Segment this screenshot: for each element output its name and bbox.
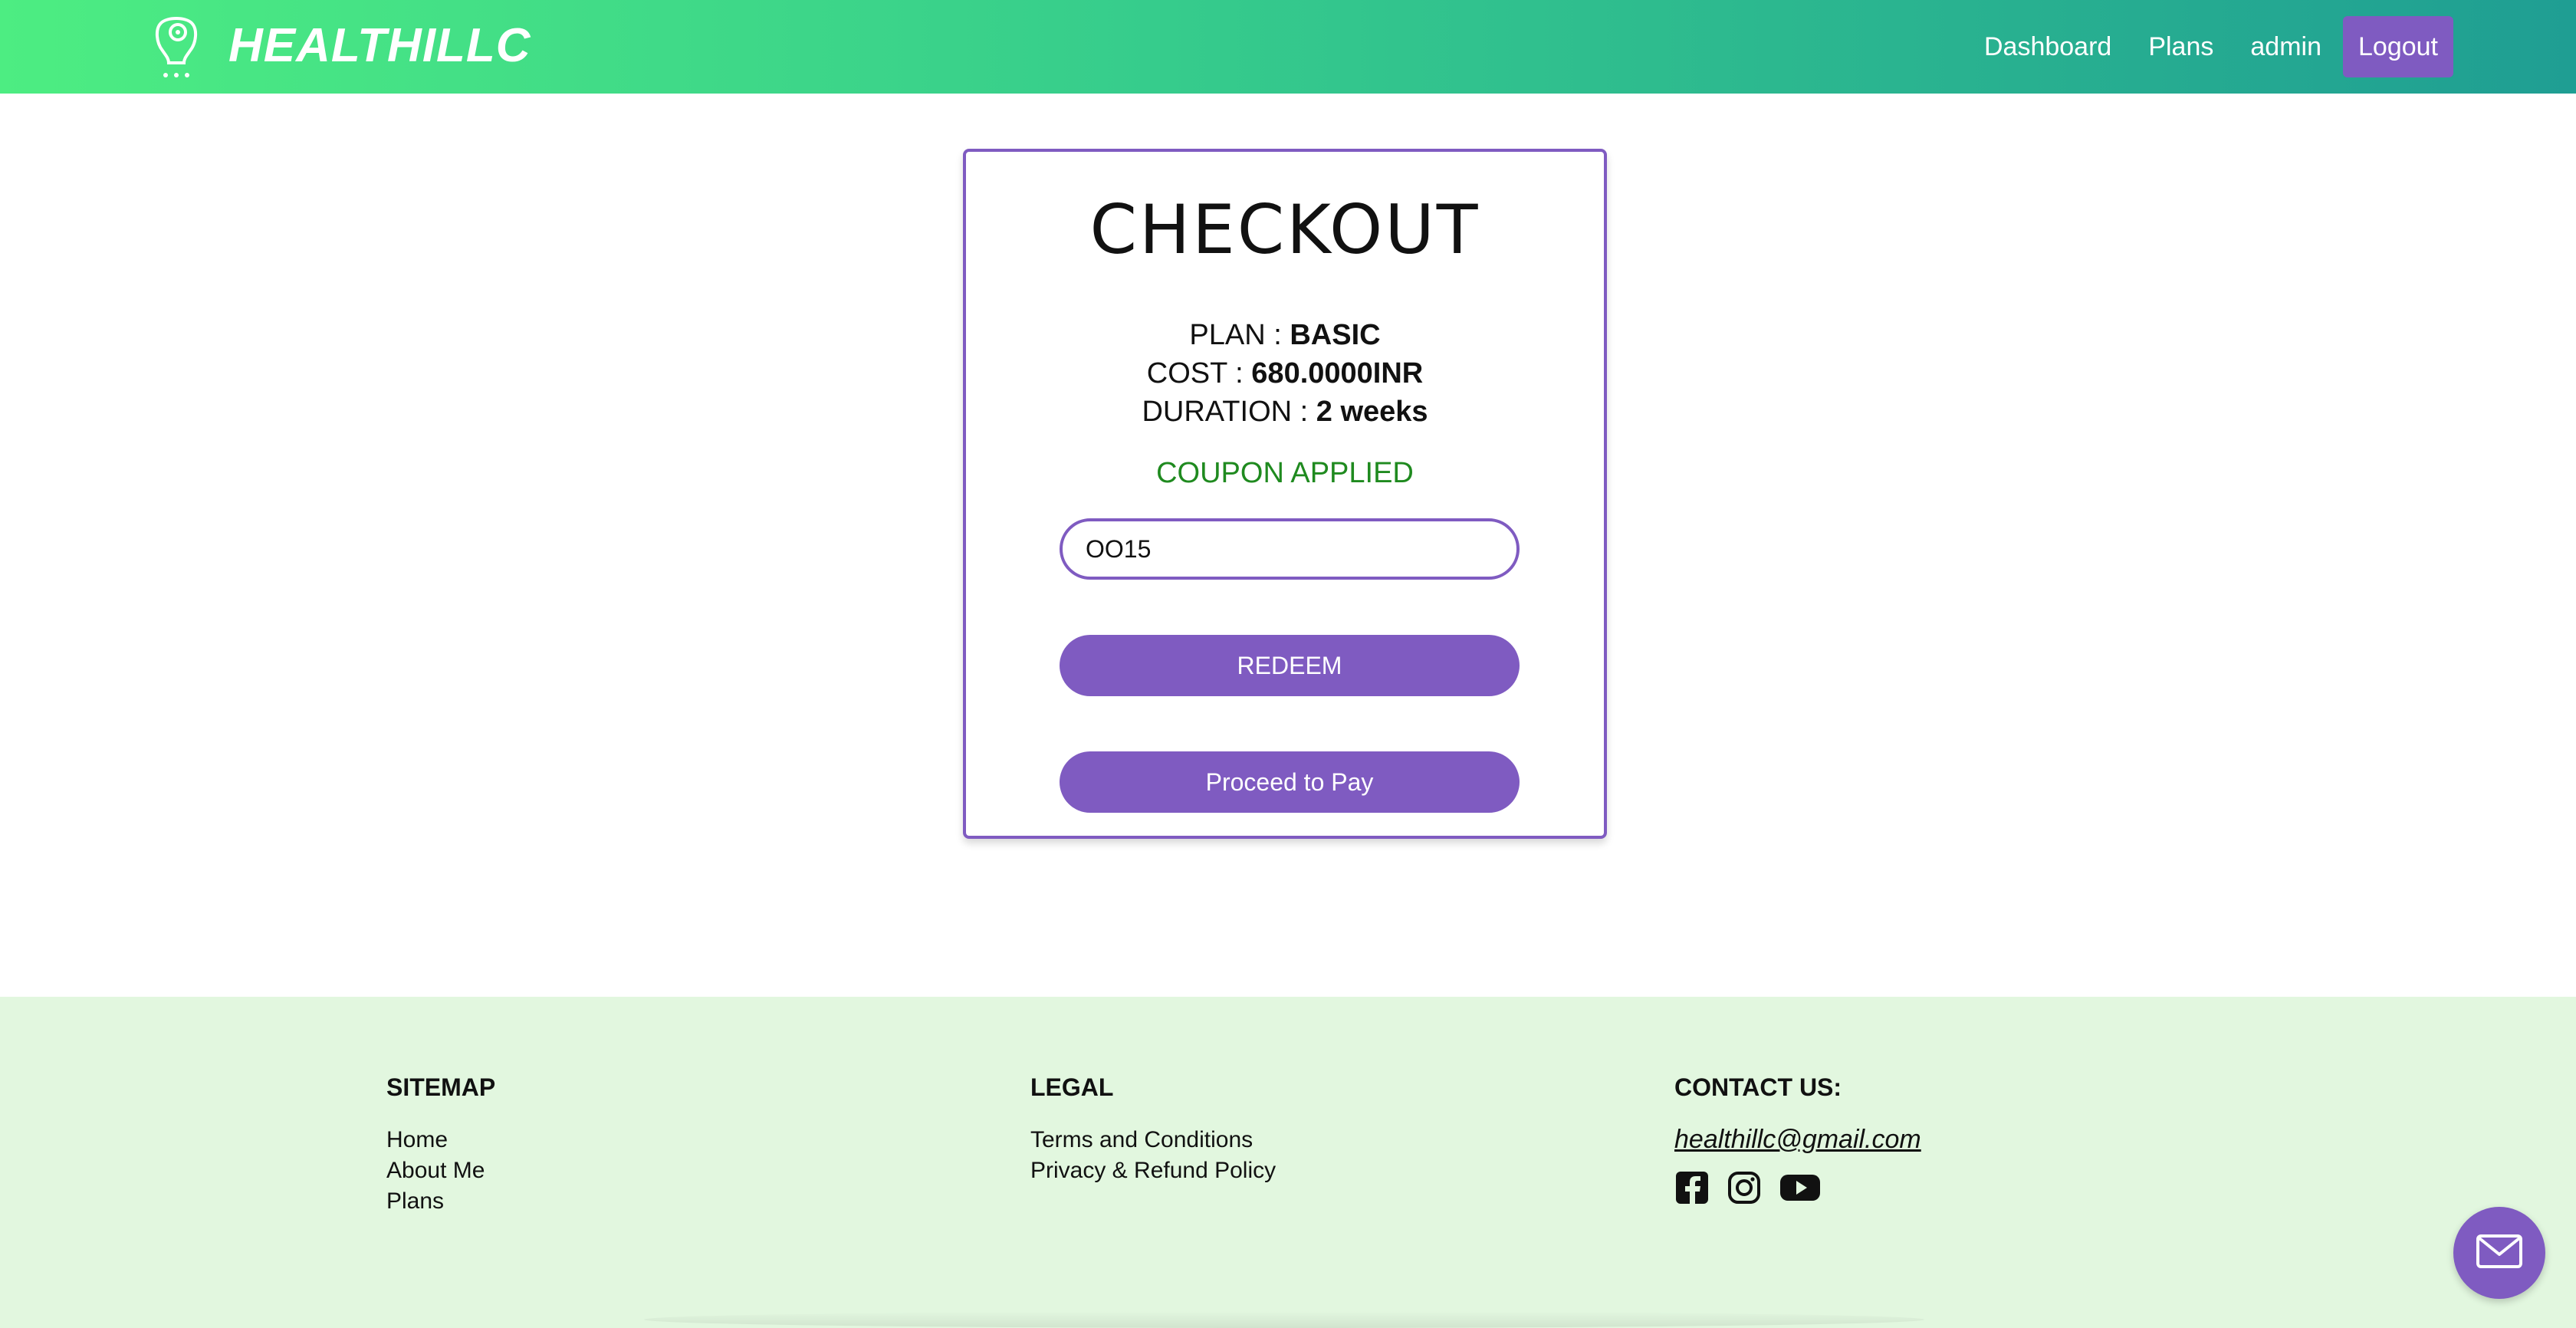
legal-heading: LEGAL [1030, 1073, 1114, 1101]
footer-link-privacy[interactable]: Privacy & Refund Policy [1030, 1155, 1276, 1186]
cost-value: 680.0000INR [1251, 357, 1424, 390]
footer-legal: LEGAL Terms and Conditions Privacy & Ref… [1030, 1073, 1276, 1186]
social-links [1674, 1170, 1921, 1209]
nav-plans[interactable]: Plans [2148, 32, 2213, 62]
youtube-icon[interactable] [1779, 1170, 1822, 1209]
nav-menu: Dashboard Plans admin Logout [1947, 16, 2453, 77]
footer-shadow [644, 1311, 1924, 1328]
mail-icon [2475, 1233, 2524, 1274]
plan-line: PLAN : BASIC [966, 319, 1604, 352]
duration-value: 2 weeks [1316, 396, 1428, 428]
sitemap-heading: SITEMAP [386, 1073, 496, 1101]
checkout-card: CHECKOUT PLAN : BASIC COST : 680.0000INR… [963, 149, 1607, 839]
coupon-status: COUPON APPLIED [1156, 457, 1414, 489]
contact-heading: CONTACT US: [1674, 1073, 1842, 1101]
contact-email-link[interactable]: healthillc@gmail.com [1674, 1125, 1921, 1155]
redeem-button[interactable]: REDEEM [1060, 635, 1520, 696]
nav-user[interactable]: admin [2250, 32, 2321, 62]
facebook-icon[interactable] [1674, 1170, 1710, 1209]
footer-link-about[interactable]: About Me [386, 1155, 495, 1186]
nav-dashboard[interactable]: Dashboard [1984, 32, 2111, 62]
footer-link-plans[interactable]: Plans [386, 1186, 495, 1217]
footer-contact: CONTACT US: healthillc@gmail.com [1674, 1073, 1921, 1209]
footer: SITEMAP Home About Me Plans LEGAL Terms … [0, 997, 2576, 1328]
mail-fab-button[interactable] [2453, 1207, 2545, 1299]
cost-line: COST : 680.0000INR [966, 357, 1604, 390]
checkout-title: CHECKOUT [1089, 190, 1480, 269]
brand-name[interactable]: HEALTHILLC [228, 17, 531, 75]
duration-line: DURATION : 2 weeks [966, 396, 1604, 429]
proceed-to-pay-button[interactable]: Proceed to Pay [1060, 751, 1520, 813]
coupon-input[interactable] [1060, 518, 1520, 580]
instagram-icon[interactable] [1727, 1170, 1762, 1209]
logo-icon[interactable] [150, 15, 202, 80]
logout-button[interactable]: Logout [2343, 16, 2453, 77]
top-navbar: HEALTHILLC Dashboard Plans admin Logout [0, 0, 2576, 94]
cost-label: COST : [1146, 357, 1252, 390]
plan-value: BASIC [1290, 319, 1381, 351]
plan-label: PLAN : [1189, 319, 1290, 351]
footer-link-terms[interactable]: Terms and Conditions [1030, 1125, 1276, 1155]
footer-sitemap: SITEMAP Home About Me Plans [386, 1073, 495, 1217]
duration-label: DURATION : [1142, 396, 1316, 428]
footer-link-home[interactable]: Home [386, 1125, 495, 1155]
